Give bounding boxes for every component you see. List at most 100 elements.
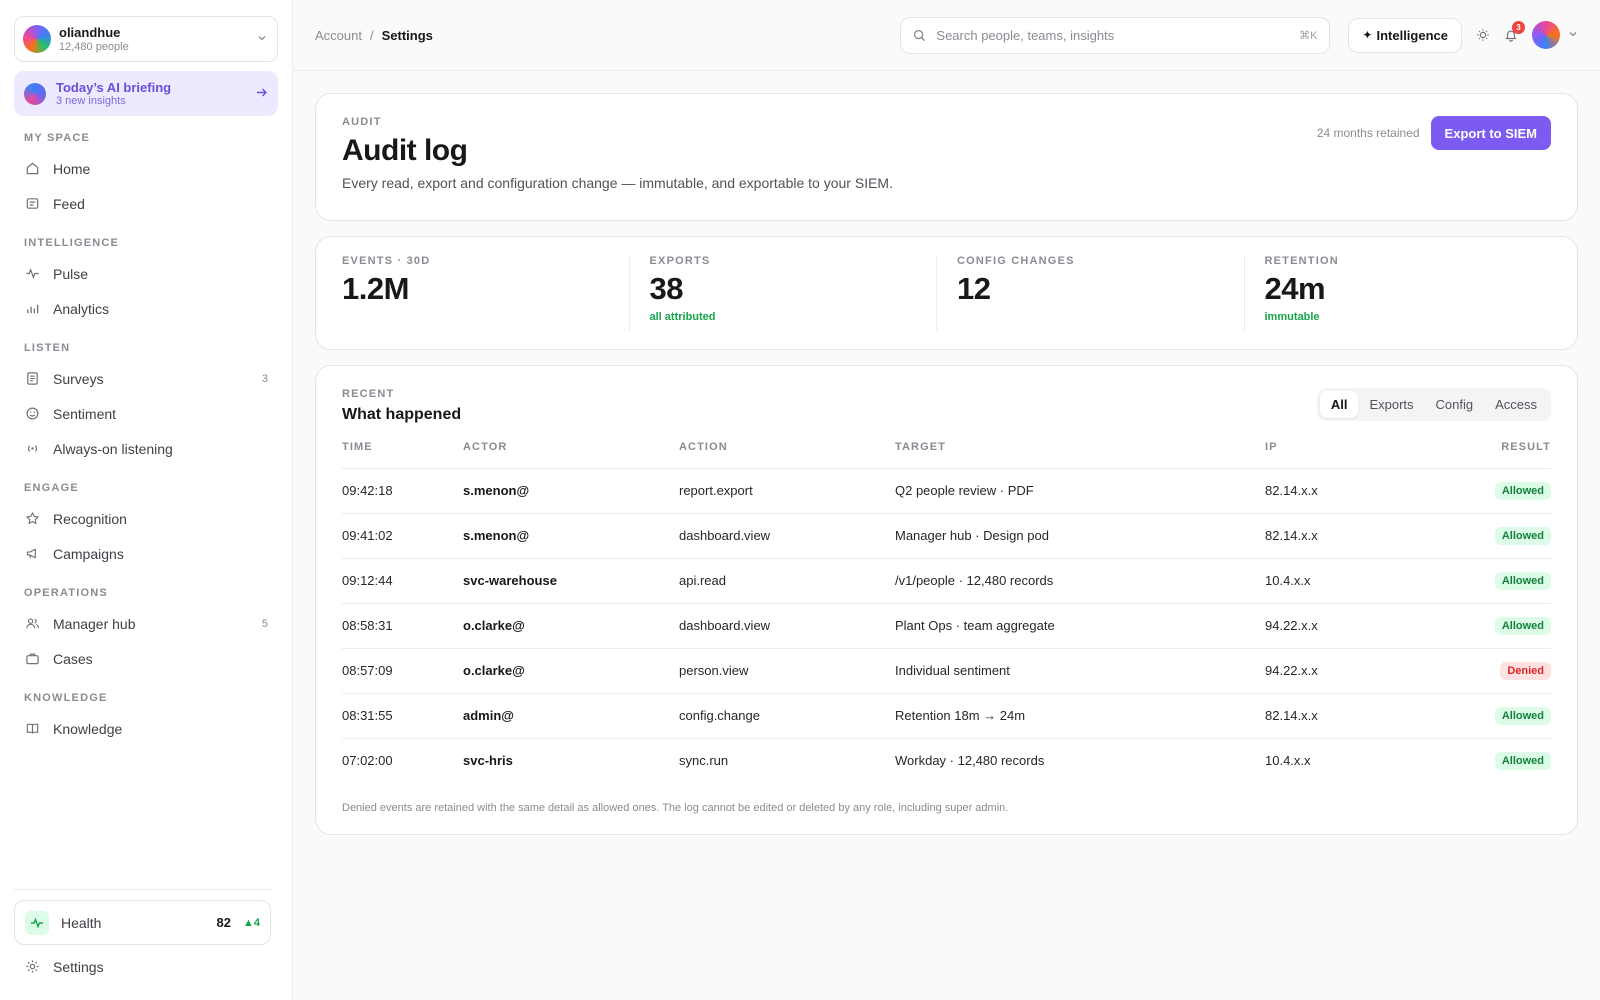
page-description: Every read, export and configuration cha…	[342, 175, 893, 191]
sidebar-item-home[interactable]: Home	[14, 151, 278, 186]
table-header-row: TIME ACTOR ACTION TARGET IP RESULT	[342, 441, 1551, 469]
health-widget[interactable]: Health 82 ▲4	[14, 900, 271, 945]
org-avatar	[23, 25, 51, 53]
cell-ip: 94.22.x.x	[1265, 603, 1435, 649]
cell-action: report.export	[679, 468, 895, 514]
sidebar-item-surveys[interactable]: Surveys 3	[14, 361, 278, 396]
cell-ip: 10.4.x.x	[1265, 558, 1435, 604]
intelligence-button[interactable]: ✦ Intelligence	[1348, 17, 1462, 53]
result-badge: Allowed	[1494, 481, 1551, 500]
sidebar-item-campaigns[interactable]: Campaigns	[14, 536, 278, 571]
star-icon	[24, 511, 40, 527]
search-icon	[913, 29, 926, 42]
cell-result: Allowed	[1435, 693, 1551, 739]
app-root: oliandhue 12,480 people Today’s AI brief…	[0, 0, 1600, 1000]
cell-result: Allowed	[1435, 738, 1551, 783]
table-row[interactable]: 08:58:31 o.clarke@ dashboard.view Plant Ops…	[342, 603, 1551, 649]
sidebar-item-pulse[interactable]: Pulse	[14, 256, 278, 291]
theme-toggle-sun-icon[interactable]	[1476, 28, 1490, 42]
sidebar-item-label: Sentiment	[53, 405, 117, 422]
sidebar: oliandhue 12,480 people Today’s AI brief…	[0, 0, 293, 1000]
user-avatar[interactable]	[1532, 21, 1560, 49]
stat-value: 38	[649, 271, 684, 306]
sidebar-item-label: Campaigns	[53, 545, 124, 562]
table-row[interactable]: 09:41:02 s.menon@ dashboard.view Manager hu…	[342, 513, 1551, 559]
filter-tab-access[interactable]: Access	[1484, 391, 1548, 418]
cell-result: Denied	[1435, 648, 1551, 694]
cell-action: person.view	[679, 648, 895, 694]
nav-section: KNOWLEDGE Knowledge	[14, 691, 278, 746]
ai-briefing-card[interactable]: Today’s AI briefing 3 new insights	[14, 71, 278, 116]
nav-section-heading: OPERATIONS	[24, 587, 108, 599]
sidebar-item-always-on-listening[interactable]: Always-on listening	[14, 431, 278, 466]
cell-target: Retention 18m → 24m	[895, 693, 1265, 739]
cell-result: Allowed	[1435, 603, 1551, 649]
search-input[interactable]	[936, 27, 1300, 43]
sidebar-item-analytics[interactable]: Analytics	[14, 291, 278, 326]
cell-time: 09:42:18	[342, 468, 463, 514]
org-name: oliandhue	[59, 24, 121, 40]
sidebar-item-label: Analytics	[53, 300, 110, 317]
pulse-icon	[25, 910, 49, 935]
sidebar-item-label: Always-on listening	[53, 440, 173, 457]
table-row[interactable]: 09:12:44 svc-warehouse api.read/v1/people …	[342, 558, 1551, 604]
org-switcher[interactable]: oliandhue 12,480 people	[14, 16, 278, 62]
sidebar-item-label: Knowledge	[53, 720, 123, 737]
table-row[interactable]: 08:57:09 o.clarke@ person.view Individual s…	[342, 648, 1551, 694]
cell-time: 08:57:09	[342, 648, 463, 694]
sidebar-item-settings[interactable]: Settings	[14, 949, 271, 984]
cell-actor: admin@	[463, 693, 679, 739]
column-header-target: TARGET	[895, 441, 1265, 469]
sidebar-item-cases[interactable]: Cases	[14, 641, 278, 676]
topbar: Account / Settings ⌘K ✦ Intelligence 3	[293, 0, 1600, 71]
filter-tab-all[interactable]: All	[1319, 391, 1359, 418]
survey-icon	[24, 371, 40, 387]
table-row[interactable]: 08:31:55 admin@ config.change Retention 18m…	[342, 693, 1551, 739]
table-row[interactable]: 09:42:18 s.menon@ report.export Q2 people r…	[342, 468, 1551, 514]
sidebar-divider	[14, 889, 271, 890]
intelligence-label: Intelligence	[1376, 27, 1448, 43]
sidebar-item-manager-hub[interactable]: Manager hub 5	[14, 606, 278, 641]
cell-time: 08:58:31	[342, 603, 463, 649]
arrow-right-icon	[255, 86, 268, 102]
ai-orb-icon	[24, 82, 46, 105]
health-score: 82	[216, 915, 231, 930]
nav-section: ENGAGE Recognition Campaigns	[14, 481, 278, 571]
cell-ip: 82.14.x.x	[1265, 468, 1435, 514]
cell-time: 09:41:02	[342, 513, 463, 559]
column-header-actor: ACTOR	[463, 441, 679, 469]
cell-actor: s.menon@	[463, 468, 679, 514]
filter-tab-exports[interactable]: Exports	[1358, 391, 1424, 418]
sidebar-item-feed[interactable]: Feed	[14, 186, 278, 221]
stat-tile: CONFIG CHANGES 12	[936, 255, 1244, 331]
hero-actions: 24 months retained Export to SIEM	[1317, 116, 1551, 150]
export-to-siem-button[interactable]: Export to SIEM	[1430, 116, 1551, 150]
cell-ip: 82.14.x.x	[1265, 513, 1435, 559]
global-search[interactable]: ⌘K	[900, 16, 1331, 54]
sidebar-item-recognition[interactable]: Recognition	[14, 501, 278, 536]
nav-section: OPERATIONS Manager hub 5 Cases	[14, 586, 278, 676]
org-people-count: 12,480 people	[59, 40, 129, 53]
sidebar-item-knowledge[interactable]: Knowledge	[14, 711, 278, 746]
cell-action: config.change	[679, 693, 895, 739]
cell-target: /v1/people · 12,480 records	[895, 558, 1265, 604]
cell-time: 08:31:55	[342, 693, 463, 739]
audit-hero-card: AUDIT Audit log Every read, export and c…	[315, 93, 1578, 221]
book-icon	[24, 721, 40, 737]
cell-actor: o.clarke@	[463, 648, 679, 694]
filter-tab-config[interactable]: Config	[1425, 391, 1485, 418]
retention-note: 24 months retained	[1316, 126, 1420, 140]
table-row[interactable]: 07:02:00 svc-hris sync.run Workday · 12,480…	[342, 738, 1551, 783]
sidebar-item-sentiment[interactable]: Sentiment	[14, 396, 278, 431]
nav-section-heading: ENGAGE	[24, 482, 79, 494]
bar-chart-icon	[24, 301, 40, 317]
nav-section-heading: MY SPACE	[24, 132, 91, 144]
result-badge: Allowed	[1494, 706, 1551, 725]
nav-section-heading: INTELLIGENCE	[24, 237, 120, 249]
chevron-down-icon[interactable]	[1568, 29, 1578, 42]
stat-label: EVENTS · 30D	[342, 255, 431, 267]
sidebar-item-label: Feed	[53, 195, 85, 212]
column-header-ip: IP	[1265, 441, 1435, 469]
breadcrumb-account[interactable]: Account	[315, 28, 362, 43]
notifications-bell-icon[interactable]: 3	[1504, 21, 1525, 42]
